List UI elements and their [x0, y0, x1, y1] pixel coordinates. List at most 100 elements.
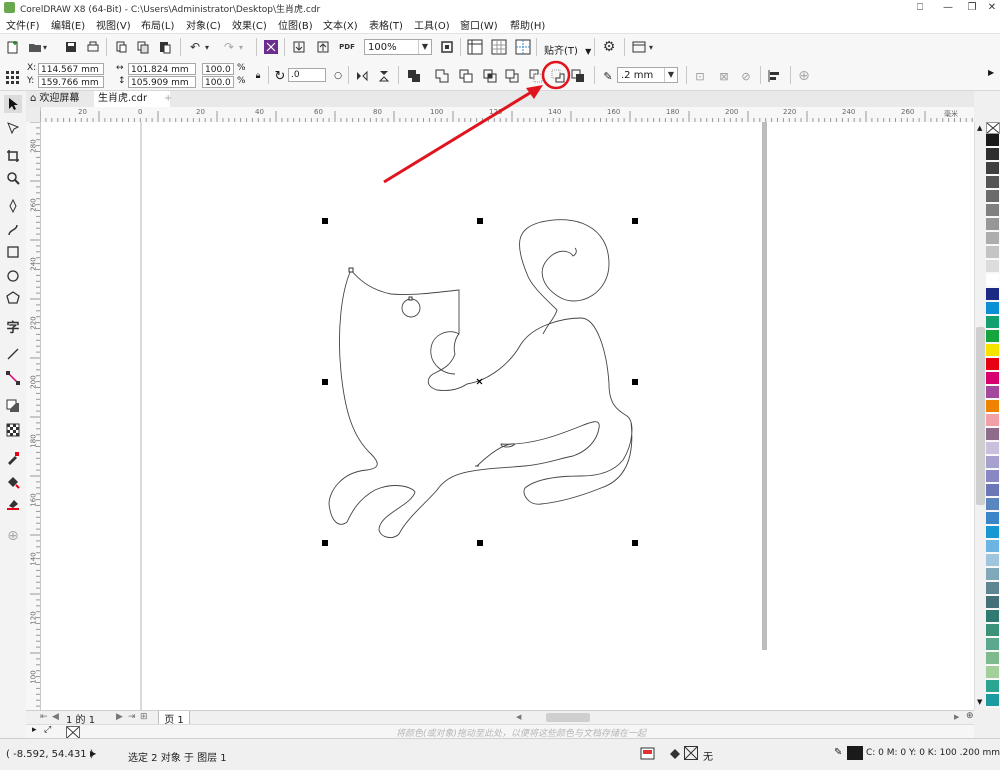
color-swatch[interactable]: [986, 582, 999, 595]
scroll-left-icon[interactable]: ◀: [516, 713, 521, 721]
menu-edit[interactable]: 编辑(E): [51, 17, 85, 32]
pick-tool-icon[interactable]: [4, 95, 22, 113]
publish-pdf-icon[interactable]: PDF: [338, 38, 356, 56]
text-tool-icon[interactable]: 字: [4, 317, 22, 336]
color-swatch[interactable]: [986, 470, 999, 483]
no-color-swatch[interactable]: [986, 122, 1000, 134]
fill-none-swatch[interactable]: [684, 746, 698, 760]
color-palette[interactable]: [986, 134, 1000, 708]
color-swatch[interactable]: [986, 372, 999, 385]
scroll-down-icon[interactable]: ▼: [977, 698, 982, 706]
color-swatch[interactable]: [986, 246, 999, 259]
color-swatch[interactable]: [986, 330, 999, 343]
crop-tool-icon[interactable]: [4, 147, 22, 165]
color-swatch[interactable]: [986, 652, 999, 665]
tiger-outline-shape[interactable]: [328, 219, 633, 538]
color-proof-icon[interactable]: [640, 747, 656, 764]
color-swatch[interactable]: [986, 134, 999, 147]
color-swatch[interactable]: [986, 358, 999, 371]
print-icon[interactable]: [84, 38, 102, 56]
menu-table[interactable]: 表格(T): [369, 17, 403, 32]
extract-icon[interactable]: ⊠: [716, 68, 732, 84]
color-swatch[interactable]: [986, 316, 999, 329]
mirror-vertical-icon[interactable]: [376, 68, 392, 84]
color-swatch[interactable]: [986, 204, 999, 217]
palette-options-icon[interactable]: ▸: [32, 725, 37, 735]
simplify-icon[interactable]: [504, 68, 520, 84]
combine-icon[interactable]: [406, 68, 422, 84]
path-node[interactable]: [348, 267, 354, 273]
tab-welcome-screen[interactable]: ⌂ 欢迎屏幕: [26, 91, 92, 107]
menu-layout[interactable]: 布局(L): [141, 17, 174, 32]
menu-help[interactable]: 帮助(H): [510, 17, 545, 32]
launcher-dropdown[interactable]: ▾: [646, 38, 656, 56]
height-field[interactable]: 105.909 mm: [128, 76, 196, 88]
color-swatch[interactable]: [986, 596, 999, 609]
redo-dropdown[interactable]: ▾: [236, 38, 246, 56]
color-swatch[interactable]: [986, 386, 999, 399]
x-position-field[interactable]: 114.567 mm: [38, 63, 104, 75]
color-swatch[interactable]: [986, 554, 999, 567]
outline-width-select[interactable]: .2 mm ▼: [617, 67, 678, 83]
menu-file[interactable]: 文件(F): [6, 17, 40, 32]
zoom-level-select[interactable]: 100% ▼: [364, 39, 432, 55]
color-swatch[interactable]: [986, 414, 999, 427]
cut-icon[interactable]: [112, 38, 130, 56]
color-swatch[interactable]: [986, 540, 999, 553]
show-grid-icon[interactable]: [490, 38, 508, 56]
new-document-icon[interactable]: [4, 38, 22, 56]
add-page-icon[interactable]: ⊞: [140, 712, 148, 722]
menu-text[interactable]: 文本(X): [323, 17, 358, 32]
color-swatch[interactable]: [986, 498, 999, 511]
color-swatch[interactable]: [986, 302, 999, 315]
color-swatch[interactable]: [986, 442, 999, 455]
menu-view[interactable]: 视图(V): [96, 17, 131, 32]
parallel-dimension-tool-icon[interactable]: [4, 345, 22, 363]
back-minus-front-icon[interactable]: [550, 68, 566, 84]
page-tab[interactable]: 页 1: [158, 711, 190, 726]
last-page-icon[interactable]: ⇥: [128, 712, 136, 722]
drawing-canvas[interactable]: [41, 122, 974, 710]
menu-bitmaps[interactable]: 位图(B): [278, 17, 313, 32]
menu-object[interactable]: 对象(C): [186, 17, 221, 32]
polygon-tool-icon[interactable]: [4, 289, 22, 307]
next-page-icon[interactable]: ▶: [116, 712, 123, 722]
trim-icon[interactable]: [458, 68, 474, 84]
zoom-tool-icon[interactable]: [4, 169, 22, 187]
export-icon[interactable]: [314, 38, 332, 56]
color-swatch[interactable]: [986, 218, 999, 231]
align-distribute-icon[interactable]: [766, 68, 782, 84]
smart-fill-tool-icon[interactable]: [4, 495, 22, 513]
show-rulers-icon[interactable]: [466, 38, 484, 56]
color-swatch[interactable]: [986, 260, 999, 273]
menu-window[interactable]: 窗口(W): [460, 17, 498, 32]
color-swatch[interactable]: [986, 288, 999, 301]
add-toolbar-item-icon[interactable]: ⊕: [796, 68, 812, 84]
drop-shadow-tool-icon[interactable]: [4, 397, 22, 415]
color-swatch[interactable]: [986, 512, 999, 525]
unlink-icon[interactable]: ⊘: [738, 68, 754, 84]
chevron-right-icon[interactable]: ▶: [988, 68, 994, 77]
connector-tool-icon[interactable]: [4, 369, 22, 387]
ellipse-tool-icon[interactable]: [4, 267, 22, 285]
scale-x-field[interactable]: 100.0: [202, 63, 234, 75]
artistic-media-tool-icon[interactable]: [4, 221, 22, 239]
color-swatch[interactable]: [986, 680, 999, 693]
color-swatch[interactable]: [986, 232, 999, 245]
horizontal-ruler[interactable]: 20 0 20 40 60 80 100 120 140 160 180 200…: [26, 107, 974, 123]
zoom-navigator-icon[interactable]: ⊕: [966, 711, 974, 721]
intersect-icon[interactable]: [482, 68, 498, 84]
rotation-field[interactable]: .0: [288, 68, 326, 82]
help-window-button[interactable]: ⎕: [906, 0, 934, 15]
color-swatch[interactable]: [986, 624, 999, 637]
scale-y-field[interactable]: 100.0: [202, 76, 234, 88]
color-swatch[interactable]: [986, 190, 999, 203]
ruler-origin[interactable]: [26, 107, 41, 122]
paste-icon[interactable]: [156, 38, 174, 56]
color-swatch[interactable]: [986, 400, 999, 413]
color-swatch[interactable]: [986, 526, 999, 539]
menu-effects[interactable]: 效果(C): [232, 17, 267, 32]
close-button[interactable]: ✕: [978, 0, 1000, 15]
save-icon[interactable]: [62, 38, 80, 56]
front-minus-back-icon[interactable]: [528, 68, 544, 84]
